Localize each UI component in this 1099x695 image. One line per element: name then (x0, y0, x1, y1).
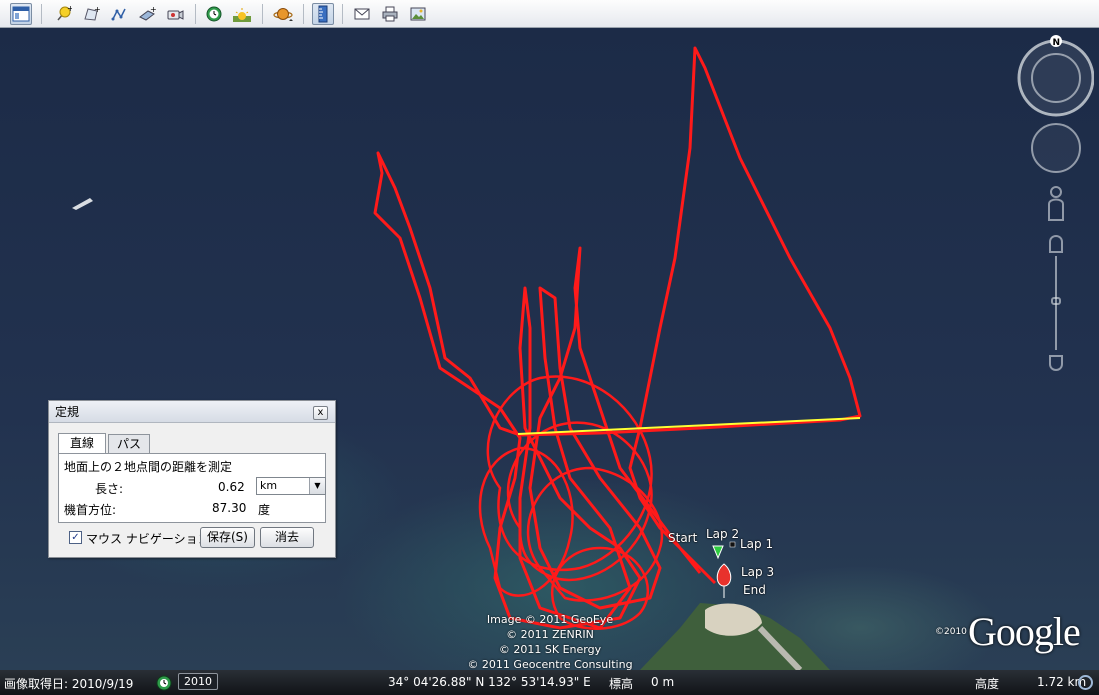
toolbar: + + + (0, 0, 1099, 28)
year-button[interactable]: 2010 (178, 673, 218, 690)
credit-line: © 2011 Geocentre Consulting (467, 658, 633, 670)
envelope-icon (354, 8, 370, 20)
elevation-value: 0 m (651, 675, 675, 689)
sidebar-toggle-button[interactable] (10, 3, 32, 25)
sun-icon (233, 8, 251, 22)
close-button[interactable]: x (313, 406, 328, 420)
svg-text:+: + (150, 5, 156, 14)
lap1-label: Lap 1 (740, 537, 774, 551)
printer-icon (382, 6, 398, 22)
clear-button[interactable]: 消去 (260, 527, 314, 548)
save-image-button[interactable] (407, 3, 429, 25)
heading-label: 機首方位: (64, 503, 117, 517)
path-add-icon (111, 8, 126, 21)
status-bar: 画像取得日: 2010/9/19 2010 34° 04'26.88" N 13… (0, 670, 1099, 695)
boat (72, 198, 93, 210)
measure-panel: 地面上の２地点間の距離を測定 長さ: 0.62 km ▼ 機首方位: 87.30… (58, 453, 326, 523)
start-label: Start (668, 531, 698, 545)
unit-selected-value: km (260, 479, 278, 492)
zoom-slider[interactable] (1049, 235, 1063, 371)
coordinates: 34° 04'26.88" N 132° 53'14.93" E (388, 675, 591, 689)
google-logo: Google (968, 609, 1081, 654)
clock-icon (206, 6, 222, 22)
measure-description: 地面上の２地点間の距離を測定 (64, 460, 233, 474)
svg-text:+: + (67, 5, 72, 13)
navigation-controls: N (1017, 35, 1094, 371)
historical-imagery-button[interactable] (203, 3, 225, 25)
street-view-pegman-icon[interactable] (1048, 186, 1064, 221)
unit-select[interactable]: km ▼ (256, 477, 326, 495)
map-view[interactable]: Start Lap 2 Lap 1 Lap 3 End Image © 2011… (0, 28, 1099, 670)
save-button[interactable]: 保存(S) (200, 527, 255, 548)
toolbar-separator (262, 4, 263, 24)
clock-icon[interactable] (156, 675, 172, 691)
map-overlay (72, 46, 862, 670)
mouse-navigation-checkbox[interactable]: ✓ (69, 531, 82, 544)
credit-line: © 2011 SK Energy (498, 643, 602, 656)
sidebar-icon (12, 6, 30, 22)
streaming-progress-icon (1078, 675, 1093, 690)
add-placemark-button[interactable]: + (52, 3, 74, 25)
mouse-navigation-label: マウス ナビゲーション (86, 532, 210, 546)
logo-year: ©2010 (935, 627, 967, 637)
chevron-down-icon[interactable]: ▼ (309, 478, 325, 494)
print-button[interactable] (379, 3, 401, 25)
ruler-icon (318, 5, 328, 23)
toolbar-separator (303, 4, 304, 24)
record-tour-icon (167, 10, 184, 20)
toolbar-separator (41, 4, 42, 24)
gps-track (373, 46, 862, 630)
lap1-marker[interactable] (729, 541, 736, 548)
tab-line[interactable]: 直線 (58, 433, 106, 453)
ruler-button[interactable] (312, 3, 334, 25)
add-polygon-button[interactable]: + (80, 3, 102, 25)
altitude-label: 高度 (975, 677, 1000, 691)
end-marker[interactable] (716, 563, 732, 598)
image-overlay-icon: + (139, 5, 156, 21)
compass-label: N (1053, 38, 1061, 48)
imagery-date: 画像取得日: 2010/9/19 (4, 677, 134, 691)
toolbar-separator (195, 4, 196, 24)
imagery-credits: Image © 2011 GeoEye © 2011 ZENRIN © 2011… (440, 612, 660, 670)
email-button[interactable] (351, 3, 373, 25)
length-label: 長さ: (95, 482, 124, 496)
heading-value: 87.30 (212, 501, 247, 515)
lap3-label: Lap 3 (741, 565, 775, 579)
toolbar-separator (342, 4, 343, 24)
credit-line: Image © 2011 GeoEye (486, 613, 614, 626)
record-tour-button[interactable] (164, 3, 186, 25)
credit-line: © 2011 ZENRIN (506, 628, 594, 641)
add-image-overlay-button[interactable]: + (136, 3, 158, 25)
look-control[interactable] (1017, 39, 1094, 117)
pushpin-add-icon: + (57, 5, 72, 21)
heading-unit: 度 (258, 503, 271, 517)
length-value: 0.62 (218, 480, 245, 494)
ruler-dialog: 定規 x 直線 パス 地面上の２地点間の距離を測定 長さ: 0.62 km ▼ … (48, 400, 336, 558)
sunlight-button[interactable] (231, 3, 253, 25)
move-control[interactable] (1031, 123, 1081, 173)
planet-icon (273, 8, 293, 21)
end-label: End (743, 583, 766, 597)
elevation-label: 標高 (609, 677, 634, 691)
switch-planet-button[interactable] (272, 3, 294, 25)
image-save-icon (410, 7, 426, 21)
polygon-add-icon: + (84, 5, 100, 21)
lap2-label: Lap 2 (706, 527, 740, 541)
dialog-title-bar[interactable]: 定規 (49, 401, 335, 423)
add-path-button[interactable] (108, 3, 130, 25)
svg-text:+: + (94, 5, 100, 14)
tab-path[interactable]: パス (108, 434, 150, 453)
start-marker[interactable] (712, 545, 724, 560)
dialog-title: 定規 (55, 405, 80, 419)
